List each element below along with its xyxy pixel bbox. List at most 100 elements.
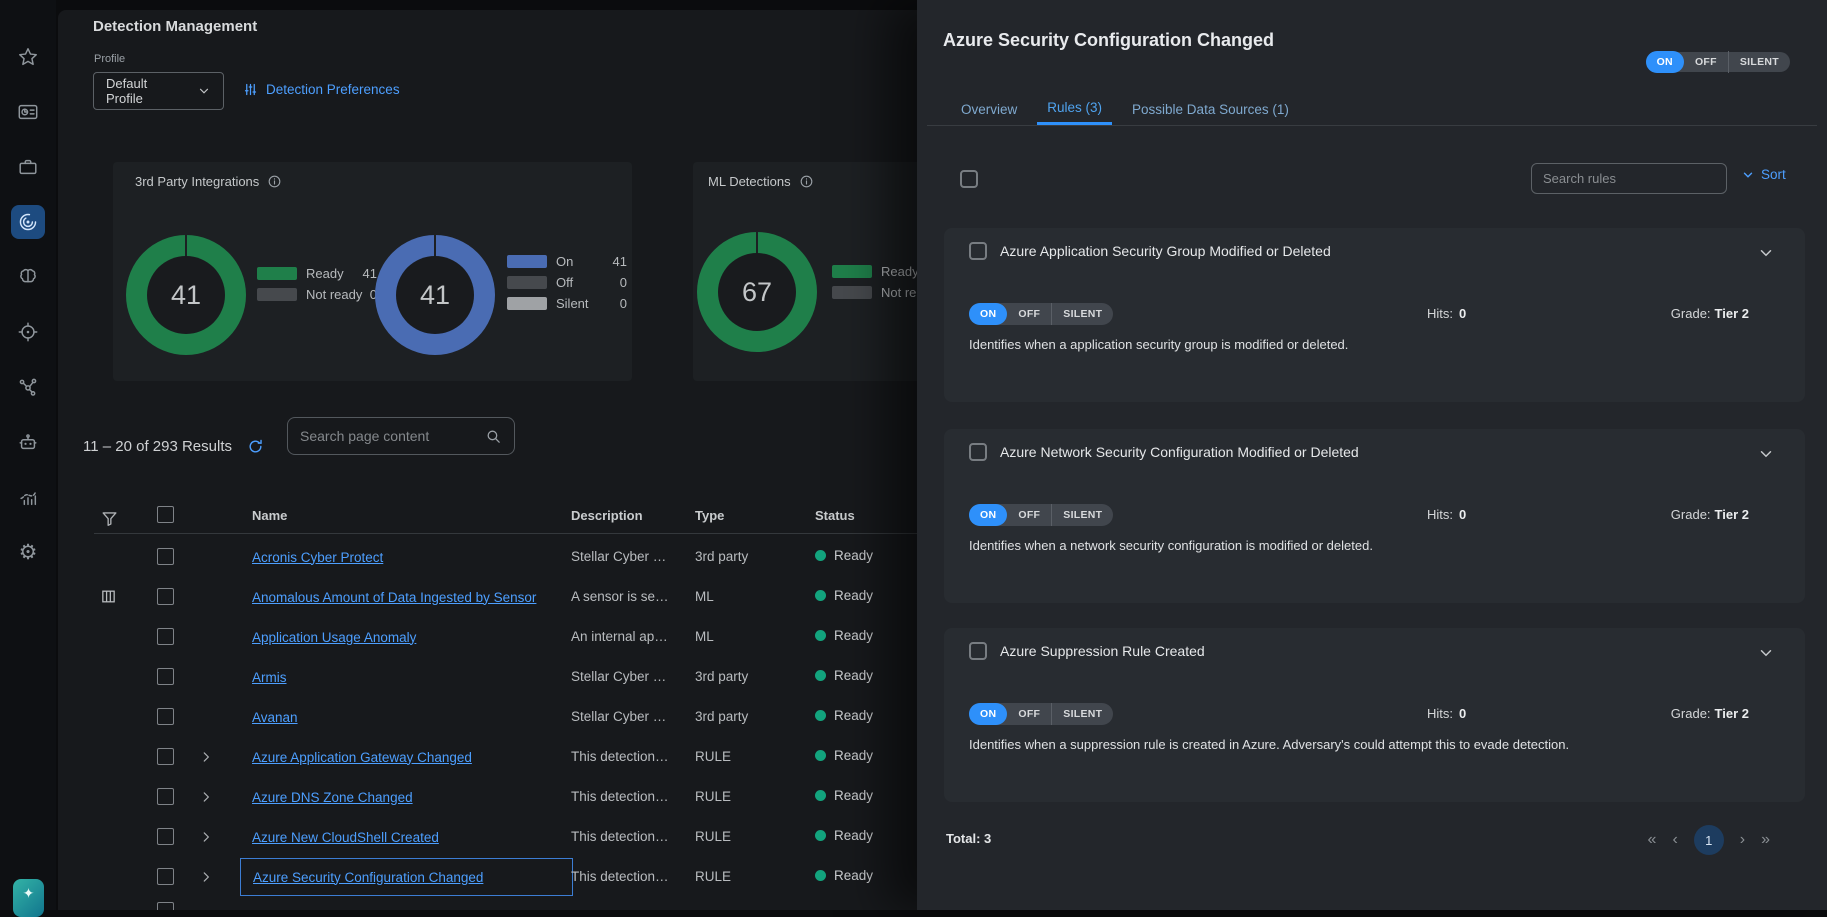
row-expand-chevron-icon[interactable] xyxy=(199,870,213,884)
detection-name-link[interactable]: Armis xyxy=(252,670,287,685)
column-header-description[interactable]: Description xyxy=(571,508,643,523)
selected-name-cell[interactable]: Azure Security Configuration Changed xyxy=(240,858,573,896)
detection-name-link[interactable]: Acronis Cyber Protect xyxy=(252,550,383,565)
sidebar-item-reports[interactable] xyxy=(11,480,45,514)
row-checkbox[interactable] xyxy=(157,868,174,885)
status-badge: Ready xyxy=(815,788,873,803)
toggle-off[interactable]: OFF xyxy=(1007,303,1052,325)
card-title: 3rd Party Integrations xyxy=(135,174,259,189)
status-badge: Ready xyxy=(815,628,873,643)
row-checkbox[interactable] xyxy=(157,548,174,565)
rule-card: Azure Suppression Rule Created ON OFF SI… xyxy=(944,628,1805,802)
app-sidebar: ⚙ ✦ xyxy=(0,0,56,910)
sidebar-item-connections[interactable] xyxy=(11,370,45,404)
card-expand-chevron-icon[interactable] xyxy=(1757,244,1775,262)
toggle-silent[interactable]: SILENT xyxy=(1052,303,1113,325)
toggle-silent[interactable]: SILENT xyxy=(1052,703,1113,725)
status-dot xyxy=(815,550,826,561)
sidebar-item-settings[interactable]: ⚙ xyxy=(11,535,45,569)
detection-name-link[interactable]: Azure Application Gateway Changed xyxy=(252,750,472,765)
row-checkbox[interactable] xyxy=(157,628,174,645)
row-checkbox[interactable] xyxy=(157,788,174,805)
row-checkbox[interactable] xyxy=(157,668,174,685)
ai-assistant-button[interactable]: ✦ xyxy=(13,879,44,917)
rules-select-all-checkbox[interactable] xyxy=(960,170,978,188)
rule-status-toggle: ON OFF SILENT xyxy=(969,303,1113,325)
status-badge: Ready xyxy=(815,828,873,843)
sort-button[interactable]: Sort xyxy=(1741,167,1786,182)
toggle-on[interactable]: ON xyxy=(1646,51,1684,73)
profile-dropdown[interactable]: Default Profile xyxy=(93,72,224,110)
toggle-on[interactable]: ON xyxy=(969,504,1007,526)
rules-total: Total: 3 xyxy=(946,831,991,846)
card-3rd-party-integrations: 3rd Party Integrations 41 Ready41 Not re… xyxy=(113,162,632,381)
page-search xyxy=(287,417,515,455)
sidebar-item-detections[interactable] xyxy=(11,205,45,239)
column-header-status[interactable]: Status xyxy=(815,508,855,523)
star-icon xyxy=(17,46,39,68)
detection-name-link[interactable]: Application Usage Anomaly xyxy=(252,630,416,645)
sidebar-item-favorites[interactable] xyxy=(11,40,45,74)
column-header-type[interactable]: Type xyxy=(695,508,724,523)
detection-name-link[interactable]: Avanan xyxy=(252,710,298,725)
rule-title: Azure Suppression Rule Created xyxy=(1000,643,1205,659)
row-checkbox[interactable] xyxy=(157,588,174,605)
sidebar-item-hunting[interactable] xyxy=(11,315,45,349)
column-header-name[interactable]: Name xyxy=(252,508,287,523)
detection-name-link[interactable]: Anomalous Amount of Data Ingested by Sen… xyxy=(252,590,536,605)
sidebar-item-ml[interactable] xyxy=(11,260,45,294)
legend-swatch xyxy=(257,288,297,301)
toggle-off[interactable]: OFF xyxy=(1684,51,1729,73)
page-search-input[interactable] xyxy=(300,428,485,444)
tab-rules[interactable]: Rules (3) xyxy=(1037,93,1112,125)
info-icon[interactable] xyxy=(267,174,282,189)
network-icon xyxy=(17,376,39,398)
refresh-icon[interactable] xyxy=(247,438,264,455)
detection-name-link[interactable]: Azure DNS Zone Changed xyxy=(252,790,413,805)
pagination: « ‹ 1 › » xyxy=(1648,825,1770,855)
tab-possible-data-sources[interactable]: Possible Data Sources (1) xyxy=(1122,93,1299,125)
select-all-checkbox[interactable] xyxy=(157,506,174,523)
page-number[interactable]: 1 xyxy=(1694,825,1724,855)
sidebar-item-dashboards[interactable] xyxy=(11,95,45,129)
tab-overview[interactable]: Overview xyxy=(951,93,1027,125)
next-page-icon[interactable]: › xyxy=(1740,831,1745,849)
status-dot xyxy=(815,790,826,801)
toggle-silent[interactable]: SILENT xyxy=(1052,504,1113,526)
prev-page-icon[interactable]: ‹ xyxy=(1672,831,1677,849)
row-checkbox[interactable] xyxy=(157,828,174,845)
rule-checkbox[interactable] xyxy=(969,443,987,461)
status-dot xyxy=(815,630,826,641)
legend-swatch xyxy=(507,297,547,310)
rule-grade: Grade:Tier 2 xyxy=(1671,706,1749,721)
row-expand-chevron-icon[interactable] xyxy=(199,790,213,804)
last-page-icon[interactable]: » xyxy=(1761,831,1770,849)
sidebar-item-cases[interactable] xyxy=(11,150,45,184)
info-icon[interactable] xyxy=(799,174,814,189)
row-checkbox[interactable] xyxy=(157,748,174,765)
row-expand-chevron-icon[interactable] xyxy=(199,750,213,764)
toggle-on[interactable]: ON xyxy=(969,703,1007,725)
status-badge: Ready xyxy=(815,588,873,603)
card-expand-chevron-icon[interactable] xyxy=(1757,644,1775,662)
row-expand-chevron-icon[interactable] xyxy=(199,830,213,844)
detection-preferences-link[interactable]: Detection Preferences xyxy=(243,82,400,97)
row-checkbox[interactable] xyxy=(157,902,174,910)
detection-name-link[interactable]: Azure New CloudShell Created xyxy=(252,830,439,845)
toggle-on[interactable]: ON xyxy=(969,303,1007,325)
card-expand-chevron-icon[interactable] xyxy=(1757,445,1775,463)
donut-legend: On41 Off0 Silent0 xyxy=(507,255,627,310)
row-checkbox[interactable] xyxy=(157,708,174,725)
toggle-silent[interactable]: SILENT xyxy=(1729,51,1790,73)
toggle-off[interactable]: OFF xyxy=(1007,504,1052,526)
rule-status-toggle: ON OFF SILENT xyxy=(969,703,1113,725)
sidebar-item-automation[interactable] xyxy=(11,425,45,459)
legend-swatch xyxy=(507,276,547,289)
rule-checkbox[interactable] xyxy=(969,242,987,260)
gear-icon: ⚙ xyxy=(19,542,38,563)
detection-name-link[interactable]: Azure Security Configuration Changed xyxy=(253,870,483,885)
rules-search-input[interactable] xyxy=(1543,171,1719,186)
first-page-icon[interactable]: « xyxy=(1648,831,1657,849)
rule-checkbox[interactable] xyxy=(969,642,987,660)
toggle-off[interactable]: OFF xyxy=(1007,703,1052,725)
